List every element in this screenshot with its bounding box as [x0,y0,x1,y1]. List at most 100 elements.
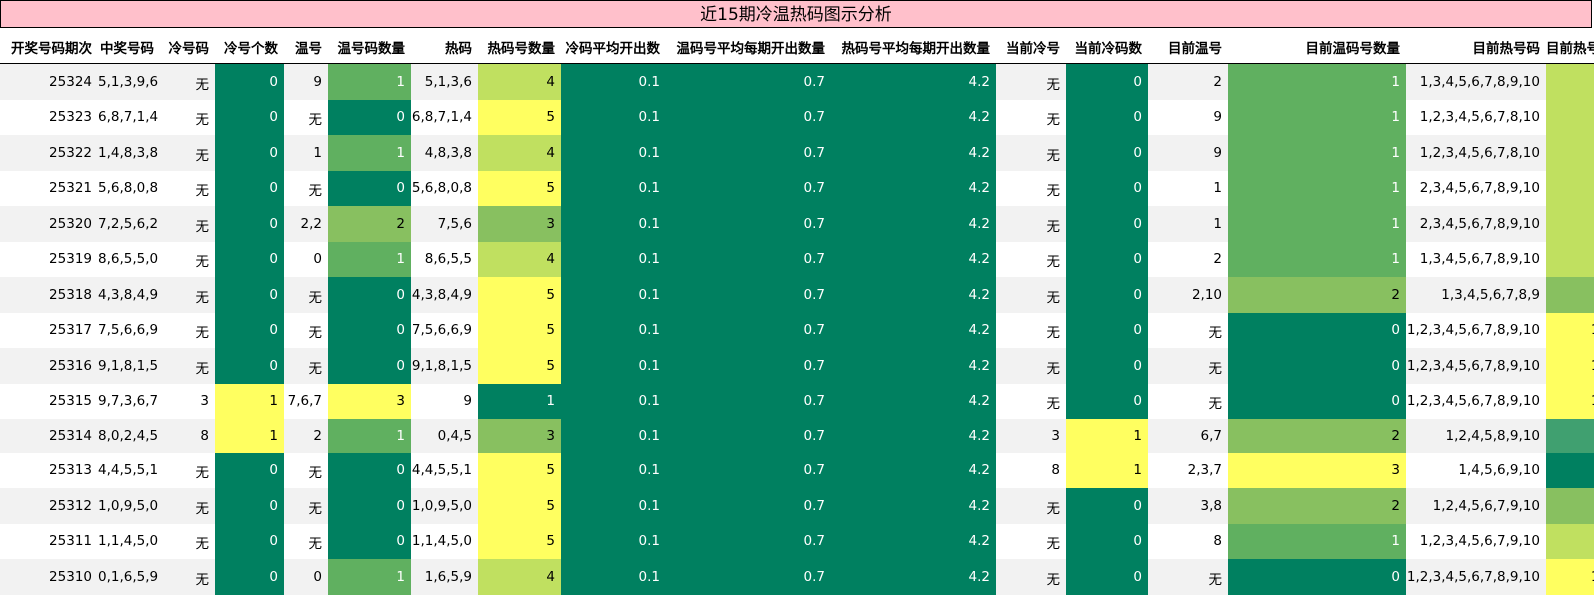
column-header: 冷号码 [160,31,215,64]
table-cell: 0 [215,206,284,242]
table-cell: 0.1 [561,63,666,100]
table-cell: 7,6,7 [284,383,328,419]
table-cell: 4.2 [831,523,996,559]
table-cell: 7,5,6 [411,206,478,242]
table-cell: 9 [1148,135,1228,171]
table-cell: 9 [1546,241,1594,277]
table-cell: 8 [1148,523,1228,559]
table-cell: 0 [215,348,284,384]
table-cell: 4.2 [831,559,996,595]
table-cell: 1 [284,135,328,171]
table-cell: 0 [215,559,284,595]
table-cell: 6,7 [1148,419,1228,453]
table-cell: 3 [478,206,561,242]
table-cell: 9 [1546,523,1594,559]
table-cell: 1 [1066,452,1148,488]
table-cell: 1,4,8,3,8 [98,135,160,171]
table-cell: 2 [328,206,411,242]
table-cell: 1,2,3,4,5,6,7,8,9,10 [1406,383,1546,419]
table-cell: 8 [160,419,215,453]
table-cell: 5 [478,452,561,488]
table-cell: 25315 [0,383,98,419]
table-cell: 25323 [0,99,98,135]
table-cell: 2 [1148,63,1228,100]
table-cell: 5 [478,312,561,348]
table-cell: 5,6,8,0,8 [98,170,160,206]
table-cell: 0,4,5 [411,419,478,453]
table-cell: 0.1 [561,241,666,277]
table-cell: 3 [996,419,1066,453]
table-cell: 4.2 [831,383,996,419]
table-cell: 4 [478,241,561,277]
table-cell: 0.7 [666,488,831,524]
table-cell: 无 [284,312,328,348]
table-cell: 0 [215,523,284,559]
table-cell: 3,8 [1148,488,1228,524]
table-cell: 无 [1148,559,1228,595]
table-cell: 4.2 [831,170,996,206]
analysis-table: 开奖号码期次 中奖号码 冷号码 冷号个数 温号 温号码数量 热码 热码号数量 冷码平均开出数 温码… [0,31,1594,595]
table-cell: 0 [215,488,284,524]
table-cell: 0 [1066,170,1148,206]
table-cell: 1 [1228,99,1406,135]
table-cell: 10 [1546,348,1594,384]
table-cell: 无 [996,277,1066,313]
table-cell: 无 [996,206,1066,242]
table-cell: 25319 [0,241,98,277]
table-cell: 1,2,4,5,6,7,9,10 [1406,488,1546,524]
table-cell: 0 [215,277,284,313]
table-cell: 1 [1228,135,1406,171]
table-cell: 0 [1066,348,1148,384]
table-cell: 0.7 [666,452,831,488]
table-cell: 4.2 [831,419,996,453]
table-cell: 1,2,3,4,5,6,7,8,9,10 [1406,348,1546,384]
table-row: 25313 4,4,5,5,1 无 0 无 0 4,4,5,5,1 5 0.1 0.7 4.2 8 1 2… [0,452,1594,488]
table-cell: 0 [1066,241,1148,277]
table-cell: 0 [215,312,284,348]
table-cell: 1 [1228,63,1406,100]
column-header: 目前温号 [1148,31,1228,64]
table-cell: 4.2 [831,452,996,488]
table-cell: 0.7 [666,135,831,171]
table-cell: 0 [215,63,284,100]
table-cell: 1,2,3,4,5,6,7,8,9,10 [1406,312,1546,348]
table-cell: 25314 [0,419,98,453]
table-cell: 3 [478,419,561,453]
table-cell: 无 [160,523,215,559]
table-cell: 无 [1148,348,1228,384]
table-row: 25323 6,8,7,1,4 无 0 无 0 6,8,7,1,4 5 0.1 0.7 4.2 无 0 9… [0,99,1594,135]
table-cell: 0.1 [561,559,666,595]
table-cell: 25311 [0,523,98,559]
table-cell: 0 [328,170,411,206]
table-cell: 1 [215,383,284,419]
table-row: 25320 7,2,5,6,2 无 0 2,2 2 7,5,6 3 0.1 0.7 4.2 无 0 1 1 2… [0,206,1594,242]
table-cell: 6 [1546,452,1594,488]
table-cell: 4,3,8,4,9 [411,277,478,313]
table-cell: 25322 [0,135,98,171]
table-cell: 0.1 [561,383,666,419]
table-row: 25319 8,6,5,5,0 无 0 0 1 8,6,5,5 4 0.1 0.7 4.2 无 0 2 1 1… [0,241,1594,277]
table-cell: 0 [215,241,284,277]
column-header: 目前温码号数量 [1228,31,1406,64]
column-header: 热码号平均每期开出数量 [831,31,996,64]
table-cell: 25312 [0,488,98,524]
table-cell: 1 [328,419,411,453]
table-cell: 0 [1066,206,1148,242]
column-header: 热码号数量 [478,31,561,64]
table-cell: 7,5,6,6,9 [98,312,160,348]
table-cell: 8,6,5,5 [411,241,478,277]
table-cell: 25313 [0,452,98,488]
table-cell: 9 [1546,99,1594,135]
table-cell: 5 [478,170,561,206]
column-header: 温号 [284,31,328,64]
table-cell: 0.1 [561,135,666,171]
table-cell: 0 [1066,488,1148,524]
table-cell: 0 [1066,559,1148,595]
table-cell: 0 [328,99,411,135]
table-cell: 无 [284,170,328,206]
table-cell: 5,1,3,9,6 [98,63,160,100]
table-cell: 7 [1546,419,1594,453]
table-cell: 4.2 [831,135,996,171]
table-cell: 0 [1228,383,1406,419]
table-cell: 6,8,7,1,4 [98,99,160,135]
